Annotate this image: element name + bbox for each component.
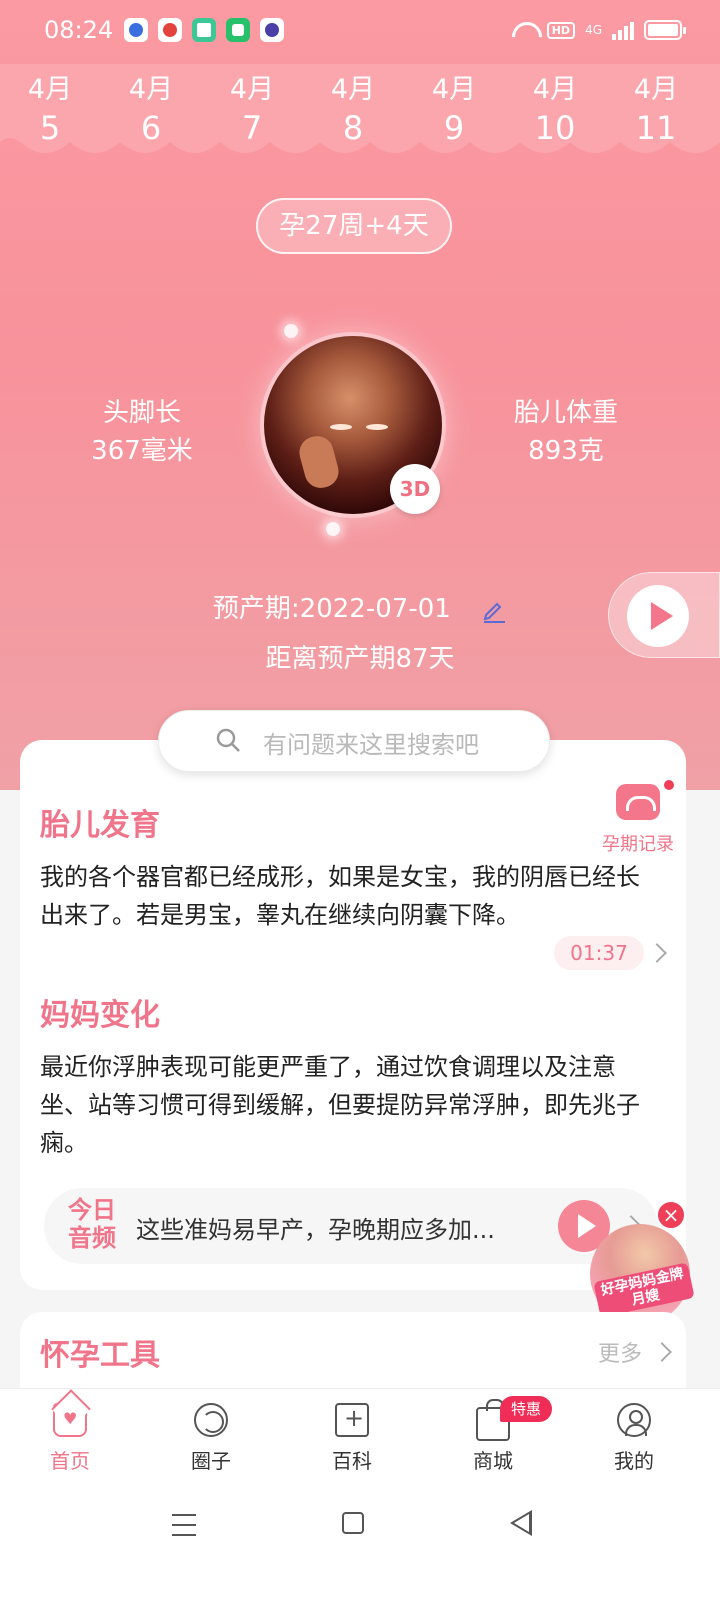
app-icon	[226, 18, 250, 42]
baidu-icon	[124, 18, 148, 42]
nav-circle-label: 圈子	[191, 1449, 231, 1473]
nav-home[interactable]: 首页	[20, 1399, 120, 1474]
date-item-apr-9[interactable]: 4月 9	[404, 74, 504, 150]
record-icon	[616, 784, 660, 820]
encyclopedia-icon	[335, 1403, 369, 1437]
date-month: 4月	[229, 74, 275, 105]
network-type: 4G	[585, 23, 602, 37]
due-date-text: 预产期:2022-07-01	[212, 594, 451, 624]
fetal-length-label: 头脚长	[102, 398, 181, 428]
date-item-apr-11[interactable]: 4月 11	[606, 74, 706, 150]
nav-encyclopedia[interactable]: 百科	[302, 1399, 402, 1474]
map-icon	[158, 18, 182, 42]
date-month: 4月	[128, 74, 174, 105]
date-item-apr-8[interactable]: 4月 8	[303, 74, 403, 150]
fetal-development-text[interactable]: 我的各个器官都已经成形，如果是女宝，我的阴唇已经长出来了。若是男宝，睾丸在继续向…	[40, 858, 650, 934]
date-item-apr-5[interactable]: 4月 5	[0, 64, 102, 154]
search-placeholder: 有问题来这里搜索吧	[263, 731, 479, 759]
date-day: 7	[241, 109, 263, 147]
nav-encyclopedia-label: 百科	[332, 1449, 372, 1473]
nav-shop-label: 商城	[473, 1449, 513, 1473]
pregnancy-week-badge[interactable]: 孕27周+4天	[256, 198, 452, 254]
fetal-weight-stat: 胎儿体重 893克	[466, 394, 666, 470]
date-day: 10	[534, 109, 576, 147]
sparkle-decoration	[284, 324, 298, 338]
3d-badge[interactable]: 3D	[390, 464, 440, 514]
shop-promo-badge: 特惠	[500, 1396, 552, 1422]
nav-home-label: 首页	[50, 1449, 90, 1473]
reader-icon	[192, 18, 216, 42]
fetal-length-stat: 头脚长 367毫米	[42, 394, 242, 470]
floating-ad[interactable]: 好孕妈妈金牌月嫂 ×	[586, 1200, 698, 1330]
hd-icon: HD	[546, 21, 576, 39]
daily-audio-logo: 今日 音频	[66, 1196, 118, 1252]
more-link[interactable]: 更多	[598, 1336, 672, 1368]
fetus-eye	[366, 424, 388, 430]
date-item-apr-7[interactable]: 4月 7	[202, 74, 302, 150]
audio-duration[interactable]: 01:37	[554, 936, 644, 970]
side-play-button[interactable]	[608, 572, 720, 658]
more-label: 更多	[598, 1342, 643, 1367]
date-item-apr-10[interactable]: 4月 10	[505, 74, 605, 150]
search-icon	[216, 728, 240, 752]
mom-changes-title: 妈妈变化	[40, 998, 160, 1033]
sparkle-decoration	[326, 522, 340, 536]
fetal-length-value: 367毫米	[91, 436, 193, 466]
close-icon[interactable]: ×	[656, 1200, 686, 1230]
status-indicators: HD 4G	[511, 20, 686, 40]
bottom-nav: 首页 圈子 百科 商城 我的	[0, 1388, 720, 1488]
fetal-development-title: 胎儿发育	[40, 808, 160, 843]
record-label: 孕期记录	[602, 834, 674, 855]
daily-audio-title: 这些准妈易早产，孕晚期应多加...	[136, 1216, 495, 1244]
date-item-apr-6[interactable]: 4月 6	[101, 74, 201, 150]
back-icon[interactable]	[510, 1510, 532, 1536]
mom-changes-text[interactable]: 最近你浮肿表现可能更严重了，通过饮食调理以及注意坐、站等习惯可得到缓解，但要提防…	[40, 1048, 650, 1162]
browser-icon	[260, 18, 284, 42]
due-countdown: 距离预产期87天	[265, 644, 455, 674]
date-day: 9	[443, 109, 465, 147]
system-navigation-bar	[0, 1488, 720, 1600]
play-icon	[627, 585, 689, 647]
date-month: 4月	[633, 74, 679, 105]
nav-circle[interactable]: 圈子	[161, 1399, 261, 1474]
daily-audio-logo-line1: 今日	[68, 1196, 116, 1224]
circle-icon	[194, 1403, 228, 1437]
edit-icon[interactable]	[481, 597, 507, 623]
date-day: 8	[342, 109, 364, 147]
pregnancy-tools-title: 怀孕工具	[40, 1338, 160, 1373]
status-bar: 08:24 HD 4G	[0, 0, 720, 64]
signal-icon	[612, 20, 634, 40]
date-month: 4月	[27, 74, 73, 105]
date-selector: 4月 5 4月 6 4月 7 4月 8 4月 9 4月 10 4月 11	[0, 64, 720, 160]
date-month: 4月	[532, 74, 578, 105]
notification-dot	[664, 780, 674, 790]
nav-profile[interactable]: 我的	[584, 1399, 684, 1474]
home-icon	[53, 1403, 87, 1437]
pregnancy-record-button[interactable]: 孕期记录	[596, 780, 680, 856]
fetus-hand	[295, 432, 343, 492]
date-day: 11	[635, 109, 677, 147]
fetal-weight-value: 893克	[528, 436, 604, 466]
wifi-icon	[511, 20, 537, 40]
nav-profile-label: 我的	[614, 1449, 654, 1473]
fetal-weight-label: 胎儿体重	[513, 398, 618, 428]
date-day: 6	[140, 109, 162, 147]
date-month: 4月	[431, 74, 477, 105]
status-app-icons	[124, 18, 284, 42]
daily-audio-logo-line2: 音频	[68, 1224, 116, 1252]
menu-icon[interactable]	[172, 1514, 196, 1536]
date-month: 4月	[330, 74, 376, 105]
home-square-icon[interactable]	[342, 1512, 364, 1534]
search-bar[interactable]: 有问题来这里搜索吧	[158, 710, 550, 772]
status-time: 08:24	[44, 16, 114, 44]
date-day: 5	[39, 109, 61, 147]
fetus-eye	[330, 424, 352, 430]
profile-icon	[617, 1403, 651, 1437]
battery-icon	[644, 20, 686, 40]
daily-audio-bar[interactable]: 今日 音频 这些准妈易早产，孕晚期应多加...	[44, 1188, 658, 1264]
